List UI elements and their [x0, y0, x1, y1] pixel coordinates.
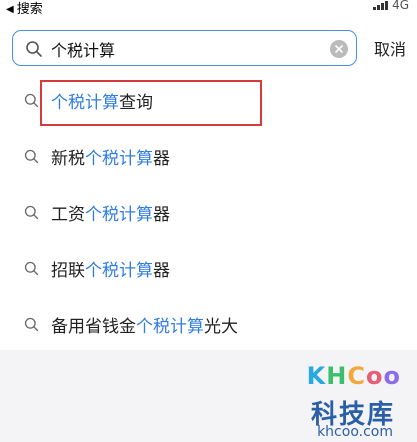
watermark-url: khcoo.com	[317, 424, 393, 440]
suggestion-item[interactable]: 招联个税计算器	[0, 240, 417, 296]
search-input[interactable]	[51, 37, 331, 61]
search-icon	[24, 93, 39, 107]
suggestion-item[interactable]: 工资个税计算器	[0, 184, 417, 240]
status-indicators: 4G	[373, 0, 409, 12]
suggestion-text: 工资个税计算器	[51, 204, 170, 225]
suggestion-match: 个税计算	[85, 260, 153, 281]
search-icon	[24, 205, 39, 219]
search-icon	[24, 317, 39, 331]
network-label: 4G	[392, 0, 409, 12]
suggestion-match: 个税计算	[85, 204, 153, 225]
search-row: 取消	[12, 30, 412, 68]
signal-icon	[373, 0, 389, 10]
clear-icon[interactable]	[330, 40, 348, 58]
search-icon	[24, 149, 39, 163]
suggestion-match: 个税计算	[85, 148, 153, 169]
search-icon	[26, 41, 42, 57]
watermark-logo: KHCoo	[306, 362, 401, 390]
search-box[interactable]	[12, 30, 357, 66]
suggestion-text: 招联个税计算器	[51, 260, 170, 281]
suggestion-text: 备用省钱金个税计算光大	[51, 316, 238, 337]
suggestion-item[interactable]: 新税个税计算器	[0, 128, 417, 184]
status-bar: ◀ 搜索 4G	[0, 0, 417, 22]
suggestion-item[interactable]: 备用省钱金个税计算光大	[0, 296, 417, 352]
watermark: KHCoo 科技库 khcoo.com	[287, 352, 405, 440]
back-to-search[interactable]: ◀ 搜索	[6, 1, 43, 19]
annotation-highlight-box	[40, 80, 262, 126]
back-arrow-icon: ◀	[6, 4, 14, 15]
search-icon	[24, 261, 39, 275]
suggestion-match: 个税计算	[136, 316, 204, 337]
back-label: 搜索	[16, 2, 43, 17]
cancel-button[interactable]: 取消	[374, 36, 406, 60]
suggestion-text: 新税个税计算器	[51, 148, 170, 169]
